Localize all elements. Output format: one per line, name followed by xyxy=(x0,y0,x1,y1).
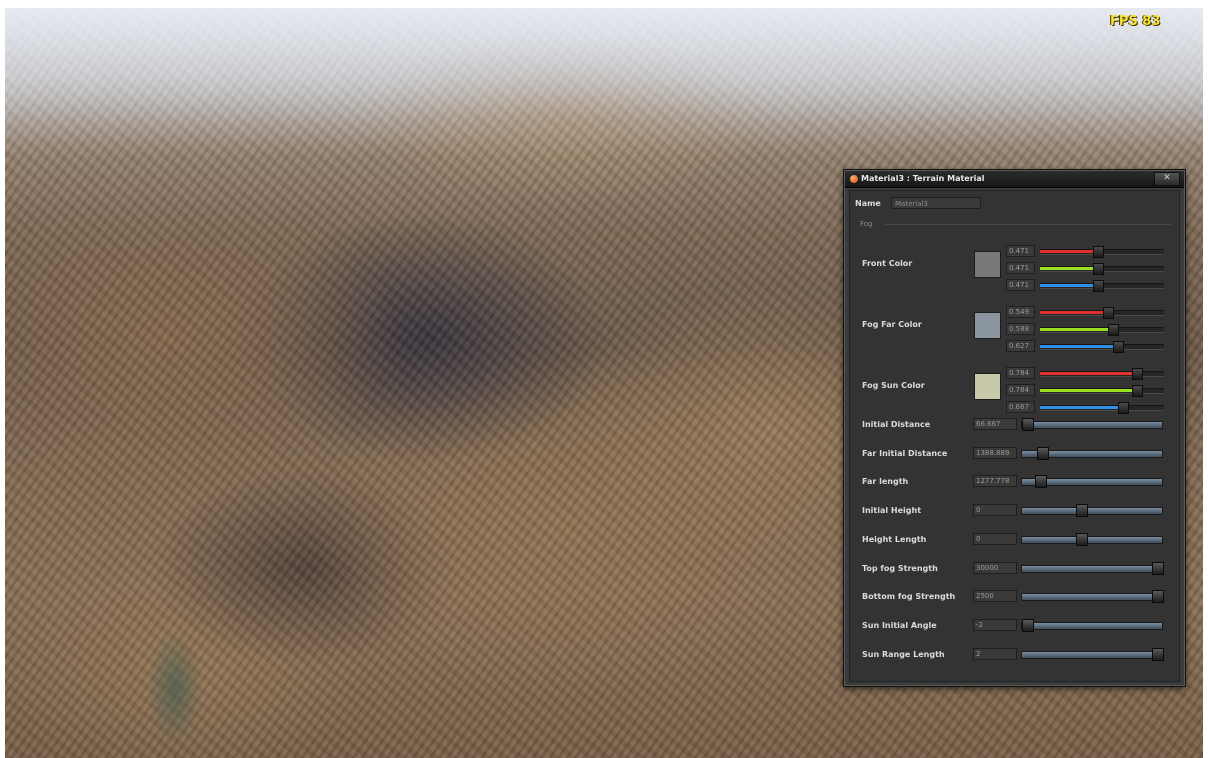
setting-slider-handle[interactable] xyxy=(1035,475,1048,489)
color-row-label: Fog Far Color xyxy=(862,320,922,329)
setting-value-field[interactable]: 1277.778 xyxy=(973,475,1017,488)
channel-slider[interactable] xyxy=(1040,280,1164,292)
channel-slider-handle[interactable] xyxy=(1103,307,1115,319)
setting-label: Initial Height xyxy=(862,506,922,516)
channel-slider[interactable] xyxy=(1040,324,1164,336)
channel-value-field[interactable]: 0.784 xyxy=(1006,384,1035,396)
channel-value-field[interactable]: 0.667 xyxy=(1006,401,1035,413)
name-field[interactable]: Material3 xyxy=(891,197,981,209)
setting-value-field[interactable]: 2 xyxy=(973,647,1017,660)
channel-slider[interactable] xyxy=(1040,263,1164,275)
setting-slider-handle[interactable] xyxy=(1152,590,1164,604)
setting-slider-handle[interactable] xyxy=(1152,561,1164,575)
channel-slider-handle[interactable] xyxy=(1093,280,1105,292)
channel-slider-handle[interactable] xyxy=(1093,263,1105,275)
color-row-label: Front Color xyxy=(862,259,913,268)
channel-slider-handle[interactable] xyxy=(1132,385,1144,397)
setting-value-field[interactable]: 0 xyxy=(973,504,1017,517)
channel-slider-fill xyxy=(1040,250,1099,253)
channel-slider[interactable] xyxy=(1040,307,1164,319)
channel-value-field[interactable]: 0.627 xyxy=(1006,340,1035,352)
setting-label: Top fog Strength xyxy=(862,563,938,573)
setting-value-field[interactable]: -2 xyxy=(973,618,1017,631)
channel-value-field[interactable]: 0.471 xyxy=(1006,262,1035,274)
panel-body: Name Material3 Fog Front Color 0.471 0.471… xyxy=(849,190,1180,682)
setting-slider[interactable] xyxy=(1021,446,1163,460)
panel-titlebar[interactable]: Material3 : Terrain Material ✕ xyxy=(845,171,1184,188)
channel-slider-fill xyxy=(1040,345,1118,348)
setting-slider[interactable] xyxy=(1021,618,1163,632)
channel-slider[interactable] xyxy=(1040,402,1164,414)
channel-slider[interactable] xyxy=(1040,341,1164,353)
fog-group-divider xyxy=(885,224,1171,225)
setting-value-field[interactable]: 30000 xyxy=(973,561,1017,574)
channel-slider[interactable] xyxy=(1040,368,1164,380)
name-label: Name xyxy=(855,199,881,208)
setting-slider[interactable] xyxy=(1021,532,1163,546)
channel-slider-fill xyxy=(1040,284,1099,287)
channel-slider-fill xyxy=(1040,406,1123,409)
setting-value-field[interactable]: 66.667 xyxy=(973,418,1017,430)
channel-slider-fill xyxy=(1040,267,1099,270)
channel-value-field[interactable]: 0.588 xyxy=(1006,323,1035,335)
setting-slider[interactable] xyxy=(1021,647,1164,661)
setting-slider-handle[interactable] xyxy=(1075,504,1088,518)
channel-slider[interactable] xyxy=(1040,385,1164,397)
channel-value-field[interactable]: 0.471 xyxy=(1006,245,1035,257)
setting-label: Far length xyxy=(862,477,909,487)
fog-group-label: Fog xyxy=(860,220,873,228)
channel-slider-handle[interactable] xyxy=(1117,402,1129,414)
setting-slider[interactable] xyxy=(1021,418,1163,431)
setting-slider[interactable] xyxy=(1021,590,1164,604)
setting-label: Bottom fog Strength xyxy=(862,592,956,602)
channel-slider-fill xyxy=(1040,328,1113,331)
channel-slider-fill xyxy=(1040,311,1109,314)
setting-label: Height Length xyxy=(862,534,927,544)
setting-label: Sun Initial Angle xyxy=(862,620,937,630)
setting-slider[interactable] xyxy=(1021,561,1164,575)
close-button[interactable]: ✕ xyxy=(1154,172,1180,186)
setting-value-field[interactable]: 1388.889 xyxy=(973,446,1017,459)
setting-slider-handle[interactable] xyxy=(1022,618,1034,632)
setting-value-field[interactable]: 2500 xyxy=(973,590,1017,603)
setting-slider-handle[interactable] xyxy=(1075,532,1088,546)
color-swatch[interactable] xyxy=(974,312,1001,339)
channel-slider-fill xyxy=(1040,389,1138,392)
channel-value-field[interactable]: 0.549 xyxy=(1006,306,1035,318)
channel-value-field[interactable]: 0.471 xyxy=(1006,279,1035,291)
setting-label: Far Initial Distance xyxy=(862,448,948,458)
setting-value-field[interactable]: 0 xyxy=(973,532,1017,545)
channel-slider-handle[interactable] xyxy=(1093,246,1105,258)
fps-counter: FPS 83 xyxy=(1110,14,1161,29)
setting-slider[interactable] xyxy=(1021,504,1163,518)
setting-slider[interactable] xyxy=(1021,475,1163,489)
channel-slider-handle[interactable] xyxy=(1107,324,1119,336)
color-row-label: Fog Sun Color xyxy=(862,381,925,390)
fog-haze xyxy=(5,8,1203,158)
channel-slider-fill xyxy=(1040,372,1138,375)
setting-label: Initial Distance xyxy=(862,420,931,429)
setting-slider-handle[interactable] xyxy=(1036,446,1049,460)
color-swatch[interactable] xyxy=(974,251,1001,278)
channel-slider-handle[interactable] xyxy=(1112,341,1124,353)
channel-slider-handle[interactable] xyxy=(1132,368,1144,380)
material-icon xyxy=(850,175,858,183)
channel-slider[interactable] xyxy=(1040,246,1164,258)
panel-title: Material3 : Terrain Material xyxy=(861,174,985,183)
setting-slider-handle[interactable] xyxy=(1022,418,1034,431)
color-swatch[interactable] xyxy=(974,373,1001,400)
channel-value-field[interactable]: 0.784 xyxy=(1006,367,1035,379)
setting-slider-handle[interactable] xyxy=(1152,647,1164,661)
terrain-material-panel: Material3 : Terrain Material ✕ Name Mate… xyxy=(843,169,1186,687)
setting-label: Sun Range Length xyxy=(862,649,945,659)
river-valley xyxy=(115,608,265,758)
